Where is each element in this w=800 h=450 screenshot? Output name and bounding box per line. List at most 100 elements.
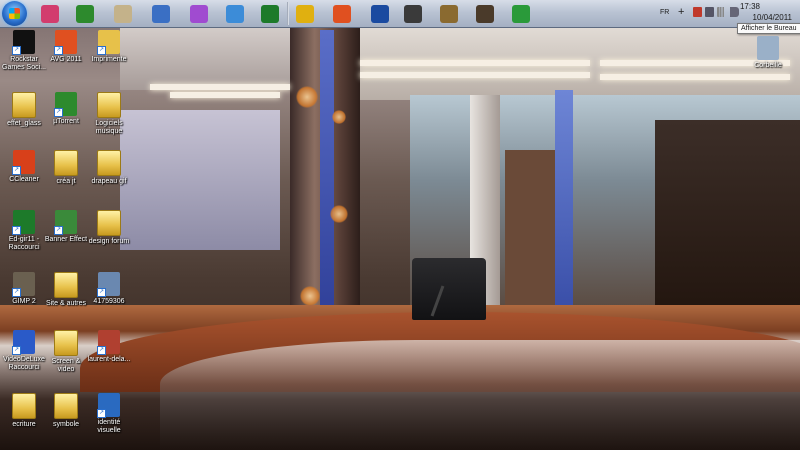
folder-icon — [54, 330, 78, 356]
desktop-icon-rockstar-games[interactable]: ↗ Rockstar Games Soci... — [1, 30, 47, 72]
pinned-plane[interactable] — [368, 2, 391, 25]
desktop-icon-label: effet_glass — [7, 120, 41, 127]
desktop-icon-ccleaner[interactable]: ↗ CCleaner — [1, 150, 47, 184]
desktop-icon-avg-2011[interactable]: ↗ AVG 2011 — [43, 30, 89, 64]
desktop-icon-design-forum[interactable]: design forum — [86, 210, 132, 246]
desktop-icon-utorrent[interactable]: ↗ µTorrent — [43, 92, 89, 126]
pinned-film[interactable] — [473, 2, 496, 25]
e-green-icon — [260, 4, 279, 23]
folder-icon — [97, 150, 121, 176]
utorrent-icon — [75, 4, 94, 23]
pinned-contacts[interactable] — [509, 2, 532, 25]
shortcut-arrow-icon: ↗ — [12, 226, 21, 235]
desktop-icon-label: Corbeille — [754, 62, 782, 69]
pinned-utorrent[interactable] — [73, 2, 96, 25]
desktop-icon-ecriture[interactable]: ecriture — [1, 393, 47, 429]
desktop-icon-crea-jt[interactable]: créa jt — [43, 150, 89, 186]
palette-icon — [40, 4, 59, 23]
folder-icon — [54, 272, 78, 298]
start-button[interactable] — [2, 1, 27, 26]
desktop-icon-corbeille[interactable]: Corbeille — [745, 36, 791, 70]
desktop-icon-ed-gir11[interactable]: ↗ Ed-gir11 - Raccourci — [1, 210, 47, 252]
wallpaper-bokeh — [296, 86, 318, 108]
desktop-icon-screen-et-video[interactable]: Screen & video — [43, 330, 89, 374]
folder-icon — [54, 393, 78, 419]
desktop-icon-gimp-2[interactable]: ↗ GIMP 2 — [1, 272, 47, 306]
desktop-icon-videodelux[interactable]: ↗ VideoDeLuxe Raccourci — [1, 330, 47, 372]
pinned-monitor[interactable] — [149, 2, 172, 25]
usb-icon[interactable] — [705, 7, 714, 17]
wallpaper-desk-glass — [160, 340, 800, 450]
desktop-icon-drapeau-gif[interactable]: drapeau gif — [86, 150, 132, 186]
pinned-gimp[interactable] — [437, 2, 460, 25]
desktop-icon-logiciels-musique[interactable]: Logiciels musique — [86, 92, 132, 136]
desktop-icon-label: créa jt — [56, 178, 76, 185]
photo-icon: ↗ — [97, 272, 120, 297]
pinned-avg[interactable] — [330, 2, 353, 25]
shortcut-arrow-icon: ↗ — [12, 166, 21, 175]
desktop-icon-banner-effect[interactable]: ↗ Banner Effect — [43, 210, 89, 244]
wallpaper-window-left — [120, 110, 280, 250]
plus-icon[interactable]: + — [678, 6, 684, 18]
desktop-icon-laurent-dela[interactable]: ↗ laurent-dela... — [86, 330, 132, 364]
chrome-icon — [295, 4, 314, 23]
photo-icon: ↗ — [97, 330, 120, 355]
desktop-icon-imprimente[interactable]: ↗ Imprimente — [86, 30, 132, 64]
desktop-icon-label: Ed-gir11 - Raccourci — [8, 236, 40, 251]
video-deluxe-icon: ↗ — [12, 330, 35, 355]
shortcut-arrow-icon: ↗ — [97, 346, 106, 355]
flag-icon[interactable] — [693, 7, 702, 17]
avg-icon: ↗ — [54, 30, 77, 55]
wallpaper-light — [170, 92, 280, 98]
pinned-colorful-app[interactable] — [38, 2, 61, 25]
volume-icon[interactable] — [730, 7, 739, 17]
folder-icon — [54, 150, 78, 176]
wallpaper-chair — [412, 258, 486, 320]
notepad-icon — [113, 4, 132, 23]
pinned-notepad[interactable] — [111, 2, 134, 25]
wallpaper-light — [600, 74, 790, 80]
desktop-icon-label: Site & autres — [45, 300, 87, 307]
desktop-icon-label: GIMP 2 — [12, 298, 36, 305]
desktop-icon-label: laurent-dela... — [87, 356, 131, 363]
e-green-icon: ↗ — [12, 210, 35, 235]
wallpaper-panel — [505, 150, 555, 310]
signal-icon[interactable] — [717, 7, 726, 17]
desktop-icon-label: Logiciels musique — [95, 120, 123, 135]
desktop-icon-label: symbole — [52, 421, 80, 428]
desktop-icon-site-et-autres[interactable]: Site & autres — [43, 272, 89, 308]
language-indicator[interactable]: FR — [660, 9, 669, 16]
desktop-icon-label: design forum — [88, 238, 130, 245]
wallpaper-bokeh — [330, 205, 348, 223]
rockstar-icon: ↗ — [12, 30, 35, 55]
pinned-picasa[interactable] — [187, 2, 210, 25]
pinned-edgir[interactable] — [258, 2, 281, 25]
taskbar: FR + 17:38 10/04/2011 — [0, 0, 800, 28]
clock-time[interactable]: 17:38 — [740, 2, 760, 11]
wallpaper-ceiling-left — [120, 20, 290, 90]
desktop-icon-symbole[interactable]: symbole — [43, 393, 89, 429]
plane-icon — [370, 4, 389, 23]
utorrent-icon: ↗ — [54, 92, 77, 117]
monitor-icon — [151, 4, 170, 23]
shortcut-arrow-icon: ↗ — [12, 46, 21, 55]
desktop-icon-file-41759306[interactable]: ↗ 41759306 — [86, 272, 132, 306]
desktop-icon-identite-visuelle[interactable]: ↗ identité visuelle — [86, 393, 132, 435]
show-desktop-tooltip: Afficher le Bureau — [737, 23, 800, 34]
pinned-99[interactable] — [401, 2, 424, 25]
desktop-icon-label: identité visuelle — [97, 419, 121, 434]
pinwheel-icon — [189, 4, 208, 23]
pinned-chrome[interactable] — [293, 2, 316, 25]
shortcut-arrow-icon: ↗ — [54, 108, 63, 117]
desktop-icon-label: drapeau gif — [91, 178, 127, 185]
desktop-icon-label: Screen & video — [51, 358, 81, 373]
clock-date[interactable]: 10/04/2011 — [753, 13, 792, 22]
banner-icon: ↗ — [54, 210, 77, 235]
pinned-messenger[interactable] — [223, 2, 246, 25]
wallpaper-pillar — [320, 30, 334, 320]
gimp-icon — [439, 4, 458, 23]
desktop-icon-effet-glass[interactable]: effet_glass — [1, 92, 47, 128]
wallpaper-bokeh — [332, 110, 346, 124]
video-file-icon: ↗ — [97, 393, 120, 418]
desktop-icon-label: Rockstar Games Soci... — [2, 56, 46, 71]
